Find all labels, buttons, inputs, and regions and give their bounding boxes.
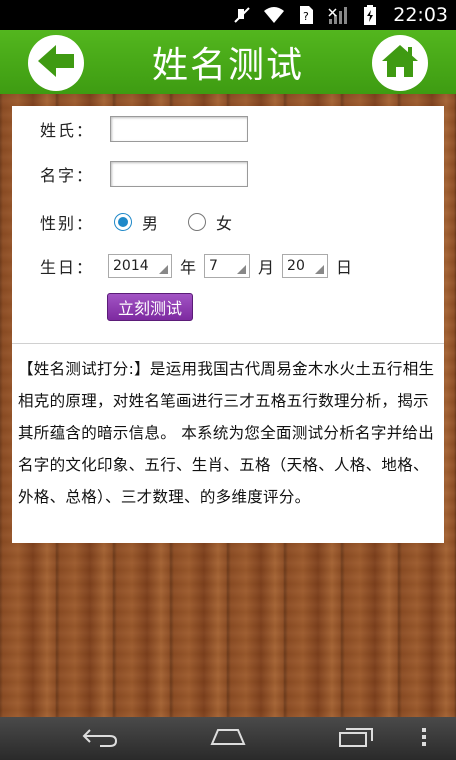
nav-menu-button[interactable] [412, 725, 436, 753]
nav-recents-button[interactable] [334, 725, 378, 753]
gender-label: 性别： [40, 214, 95, 233]
given-name-row: 名字： [40, 161, 249, 187]
page-title: 姓名测试 [151, 45, 304, 86]
back-button[interactable] [28, 35, 84, 91]
test-now-button[interactable]: 立刻测试 [107, 293, 193, 321]
month-unit: 月 [258, 258, 275, 277]
month-select[interactable]: 7 [204, 254, 251, 278]
day-value: 20 [287, 258, 305, 274]
arrow-left-icon [36, 43, 76, 83]
dropdown-arrow-icon [159, 264, 169, 274]
dropdown-arrow-icon [237, 264, 247, 274]
home-nav-icon [208, 726, 248, 752]
sim-icon: ? [295, 4, 317, 26]
home-button[interactable] [372, 35, 428, 91]
menu-icon [421, 726, 427, 752]
svg-text:?: ? [303, 10, 309, 23]
surname-row: 姓氏： [40, 116, 249, 142]
signal-icon [327, 4, 349, 26]
status-time: 22:03 [393, 4, 448, 26]
surname-input[interactable] [110, 116, 249, 142]
wifi-icon [263, 4, 285, 26]
status-bar: ? 22:03 [0, 0, 456, 30]
home-icon [380, 43, 420, 83]
description-text: 【姓名测试打分:】是运用我国古代周易金木水火土五行相生相克的原理，对姓名笔画进行… [18, 360, 435, 506]
birthday-label: 生日： [40, 258, 95, 277]
gender-male-radio[interactable] [114, 213, 133, 231]
year-unit: 年 [180, 258, 197, 277]
surname-label: 姓氏： [40, 121, 95, 140]
gender-male-label[interactable]: 男 [142, 210, 158, 234]
given-name-label: 名字： [40, 166, 95, 185]
battery-icon [359, 4, 381, 26]
year-select[interactable]: 2014 [108, 254, 173, 278]
gender-female-radio[interactable] [188, 213, 207, 231]
nav-home-button[interactable] [206, 725, 250, 753]
gender-row: 性别： 男 女 [40, 210, 232, 234]
day-select[interactable]: 20 [282, 254, 329, 278]
back-nav-icon [80, 726, 120, 752]
day-unit: 日 [336, 258, 353, 277]
form-panel: 姓氏： 名字： 性别： 男 女 生日： 2014 年 7 月 20 日 立刻测试 [12, 106, 444, 543]
gender-female-label[interactable]: 女 [216, 210, 232, 234]
mute-icon [231, 4, 253, 26]
recents-icon [336, 726, 376, 752]
divider [12, 343, 444, 344]
dropdown-arrow-icon [315, 264, 325, 274]
year-value: 2014 [113, 258, 149, 274]
month-value: 7 [209, 258, 218, 274]
nav-back-button[interactable] [78, 725, 122, 753]
system-nav-bar [0, 717, 456, 760]
given-name-input[interactable] [110, 161, 249, 187]
app-header: 姓名测试 [0, 30, 456, 94]
birthday-row: 生日： 2014 年 7 月 20 日 [40, 254, 360, 278]
